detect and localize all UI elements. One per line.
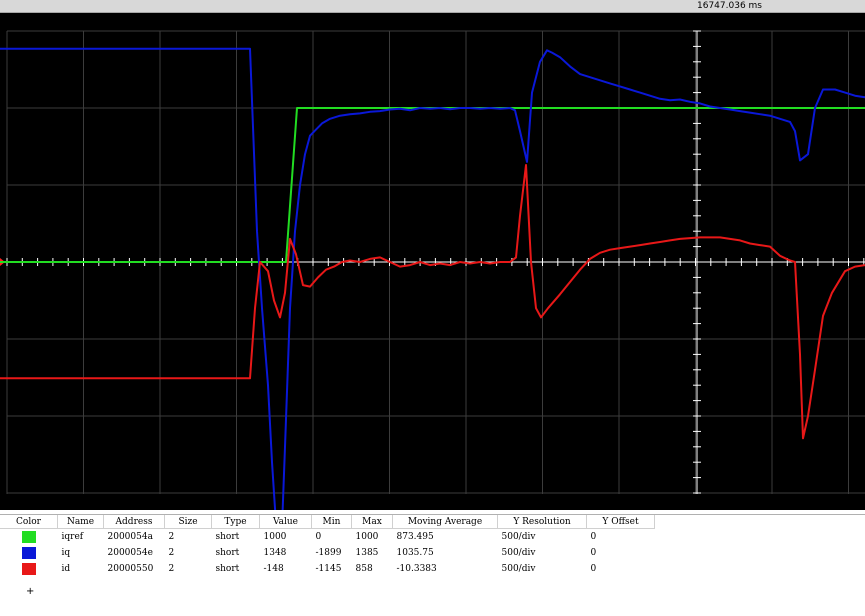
col-y-offset[interactable]: Y Offset [586, 515, 655, 529]
name-cell: id [61, 564, 71, 574]
col-max[interactable]: Max [351, 515, 393, 529]
oscilloscope-view[interactable] [0, 13, 865, 510]
table-row[interactable]: id 20000550 2 short -148 -1145 858 -10.3… [0, 561, 655, 577]
address-cell: 2000054a [107, 532, 153, 542]
size-cell: 2 [168, 548, 175, 558]
color-cell[interactable] [0, 529, 58, 546]
moving-average-cell: 1035.75 [396, 548, 434, 558]
size-cell: 2 [168, 532, 175, 542]
col-min[interactable]: Min [311, 515, 352, 529]
color-swatch[interactable] [21, 563, 36, 575]
table-header-row: Color Name Address Size Type Value Min M… [0, 515, 655, 529]
y-resolution-cell[interactable]: 500/div [498, 545, 587, 561]
moving-average-cell: -10.3383 [396, 564, 437, 574]
y-offset-cell[interactable]: 0 [587, 545, 655, 561]
y-offset-cell[interactable]: 0 [587, 561, 655, 577]
color-cell[interactable] [0, 561, 58, 577]
y-resolution-cell[interactable]: 500/div [498, 561, 587, 577]
min-cell: -1899 [315, 548, 342, 558]
table-row[interactable]: iqref 2000054a 2 short 1000 0 1000 873.4… [0, 529, 655, 546]
y-resolution-cell[interactable]: 500/div [498, 529, 587, 546]
channel-table[interactable]: Color Name Address Size Type Value Min M… [0, 514, 865, 616]
name-cell: iq [61, 548, 71, 558]
color-swatch[interactable] [21, 547, 36, 559]
col-moving-average[interactable]: Moving Average [392, 515, 498, 529]
type-cell: short [215, 548, 240, 558]
table-row[interactable]: iq 2000054e 2 short 1348 -1899 1385 1035… [0, 545, 655, 561]
address-cell: 20000550 [107, 564, 154, 574]
value-cell: 1000 [263, 532, 287, 542]
type-cell: short [215, 564, 240, 574]
name-cell: iqref [61, 532, 84, 542]
type-cell: short [215, 532, 240, 542]
elapsed-time: 16747.036 ms [697, 1, 762, 11]
y-offset-cell[interactable]: 0 [587, 529, 655, 546]
value-cell: 1348 [263, 548, 287, 558]
col-size[interactable]: Size [164, 515, 212, 529]
size-cell: 2 [168, 564, 175, 574]
col-type[interactable]: Type [211, 515, 260, 529]
min-cell: -1145 [315, 564, 342, 574]
max-cell: 858 [355, 564, 373, 574]
max-cell: 1385 [355, 548, 379, 558]
scope-plot[interactable] [0, 13, 865, 510]
title-bar: 16747.036 ms [0, 0, 865, 13]
color-swatch[interactable] [21, 531, 36, 543]
col-address[interactable]: Address [103, 515, 165, 529]
col-y-resolution[interactable]: Y Resolution [497, 515, 587, 529]
trace-id [0, 164, 865, 440]
value-cell: -148 [263, 564, 284, 574]
add-channel-button[interactable]: + [26, 586, 34, 597]
col-value[interactable]: Value [259, 515, 312, 529]
trace-iq [0, 47, 865, 510]
col-name[interactable]: Name [57, 515, 104, 529]
address-cell: 2000054e [107, 548, 153, 558]
min-cell: 0 [315, 532, 322, 542]
max-cell: 1000 [355, 532, 379, 542]
col-color[interactable]: Color [0, 515, 58, 529]
color-cell[interactable] [0, 545, 58, 561]
moving-average-cell: 873.495 [396, 532, 434, 542]
